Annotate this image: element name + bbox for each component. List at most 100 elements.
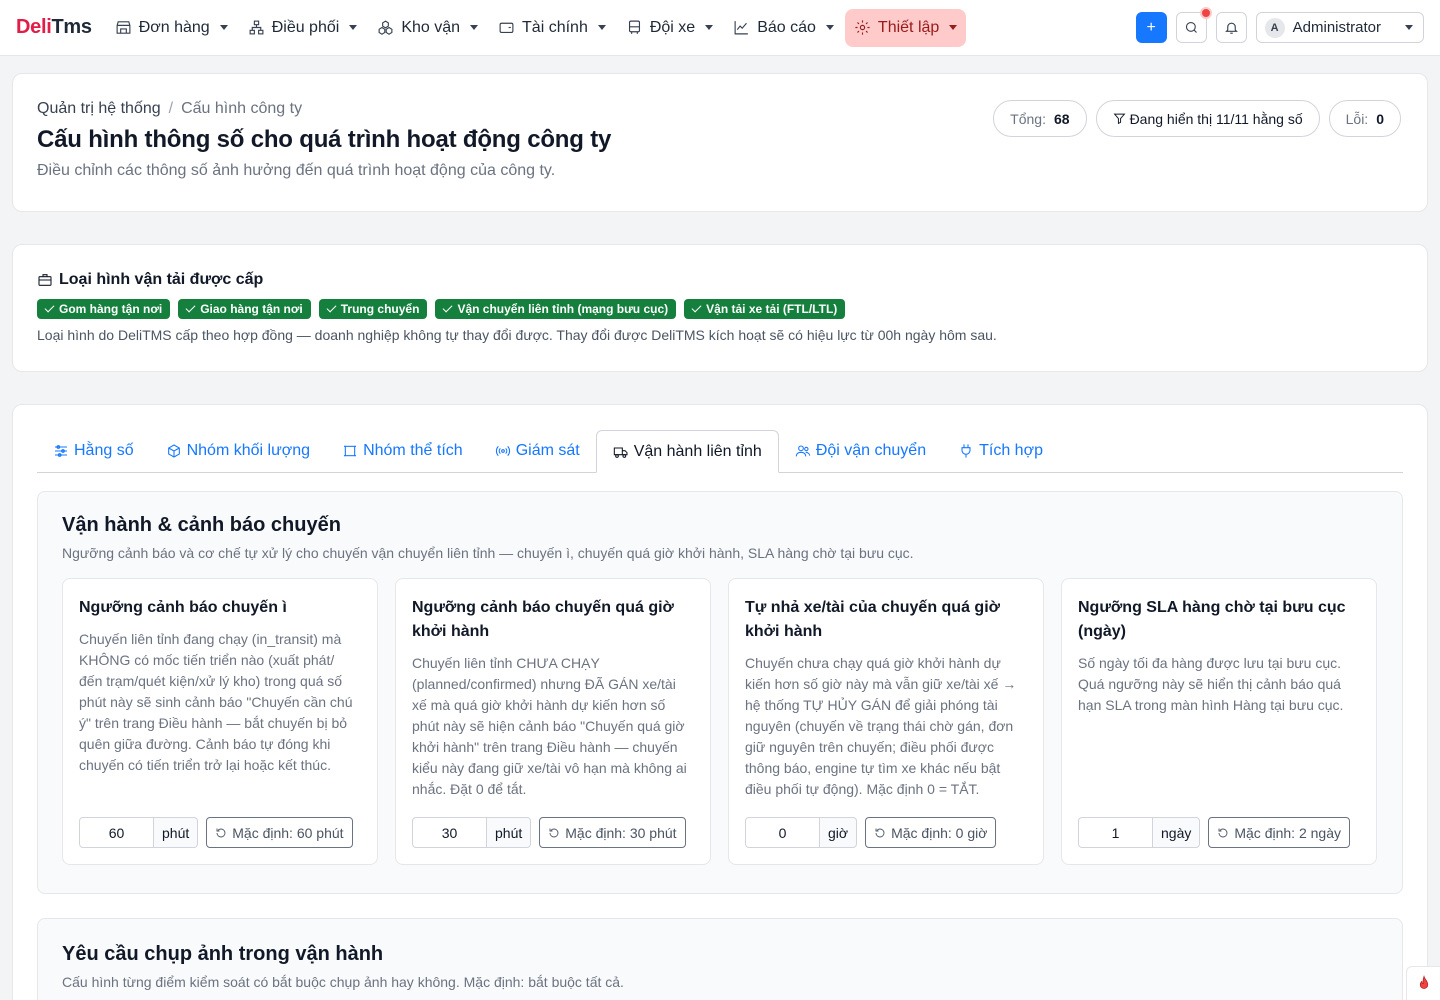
config-controls: phút Mặc định: 30 phút [412,817,694,848]
config-card-desc: Chuyến liên tỉnh đang chạy (in_transit) … [79,631,353,773]
quick-add-button[interactable]: + [1135,12,1167,43]
tab-constants[interactable]: Hằng số [37,430,150,472]
reset-default-button[interactable]: Mặc định: 30 phút [539,817,686,848]
chevron-down-icon [219,25,228,30]
reset-icon [549,828,559,837]
transport-badge: Trung chuyển [318,299,428,319]
config-card-title: Ngưỡng SLA hàng chờ tại bưu cục (ngày) [1078,599,1346,640]
unit-label: phút [154,817,199,848]
tab-weight-groups[interactable]: Nhóm khối lượng [150,430,326,472]
tab-transport-team[interactable]: Đội vận chuyển [779,430,942,472]
nav-warehouse[interactable]: Kho vận [368,9,487,47]
value-input-group: ngày [1078,817,1201,848]
reset-icon [216,828,226,837]
notification-dot [1199,7,1212,19]
truck-icon [613,446,628,458]
transport-badge: Vận chuyển liên tỉnh (mạng bưu cục) [435,299,677,319]
nav-dispatch[interactable]: Điều phối [239,9,367,47]
config-card-idle-trip: Ngưỡng cảnh báo chuyến ì Chuyến liên tỉn… [62,578,378,865]
chevron-down-icon [949,25,958,30]
chevron-down-icon [705,25,714,30]
tab-volume-groups[interactable]: Nhóm thể tích [326,430,479,472]
transport-badge: Vận tải xe tải (FTL/LTL) [684,299,846,319]
main-menu: Đơn hàng Điều phối Kho vận Tài chính Đội… [106,8,967,47]
wallet-icon [499,22,514,34]
photo-requirements-panel: Yêu cầu chụp ảnh trong vận hành Cấu hình… [37,918,1403,1000]
network-icon [249,20,264,35]
avatar: A [1264,17,1285,38]
config-card-auto-release: Tự nhả xe/tài của chuyến quá giờ khởi hà… [728,578,1044,865]
floating-action-button[interactable] [1406,966,1440,1000]
bell-icon [1224,22,1238,34]
transport-badge: Giao hàng tận nơi [178,299,311,319]
boxes-icon [378,20,393,35]
reset-default-button[interactable]: Mặc định: 2 ngày [1208,817,1350,848]
ops-subtitle: Ngưỡng cảnh báo và cơ chế tự xử lý cho c… [62,545,914,561]
config-card-late-departure: Ngưỡng cảnh báo chuyến quá giờ khởi hành… [395,578,711,865]
config-card-title: Ngưỡng cảnh báo chuyến ì [79,599,287,616]
check-icon [185,302,196,313]
store-icon [116,21,131,34]
late-departure-threshold-input[interactable] [412,817,487,848]
auto-release-hours-input[interactable] [745,817,820,848]
unit-label: phút [487,817,532,848]
users-icon [795,445,811,457]
chevron-down-icon [470,25,479,30]
top-navbar: DeliTms Đơn hàng Điều phối Kho vận Tài c… [0,0,1440,56]
breadcrumb-current: Cấu hình công ty [181,100,303,117]
broadcast-icon [495,445,510,457]
nav-fleet[interactable]: Đội xe [617,9,722,47]
breadcrumb-parent[interactable]: Quản trị hệ thống [37,100,161,118]
error-stat: Lỗi: 0 [1328,100,1401,137]
tab-monitoring[interactable]: Giám sát [479,430,596,472]
frame-icon [344,445,357,457]
user-name: Administrator [1292,19,1381,36]
check-icon [442,302,453,313]
filter-stat[interactable]: Đang hiển thị 11/11 hằng số [1095,100,1320,137]
briefcase-icon [38,274,52,286]
transport-title: Loại hình vận tải được cấp [37,271,1403,289]
check-icon [691,302,702,313]
search-icon [1185,21,1197,33]
reset-default-button[interactable]: Mặc định: 0 giờ [865,817,997,848]
config-card-title: Ngưỡng cảnh báo chuyến quá giờ khởi hành [412,599,674,640]
idle-trip-threshold-input[interactable] [79,817,154,848]
unit-label: giờ [820,817,858,848]
sla-days-input[interactable] [1078,817,1153,848]
chevron-down-icon [349,25,358,30]
photo-subtitle: Cấu hình từng điểm kiểm soát có bắt buộc… [62,974,624,990]
ops-alerts-panel: Vận hành & cảnh báo chuyến Ngưỡng cảnh b… [37,491,1403,894]
tab-integration[interactable]: Tích hợp [942,430,1059,472]
nav-actions: + A Administrator [1135,7,1424,43]
brand-logo[interactable]: DeliTms [16,16,92,39]
config-card-title: Tự nhả xe/tài của chuyến quá giờ khởi hà… [745,599,1001,640]
user-menu-button[interactable]: A Administrator [1255,12,1424,43]
nav-orders[interactable]: Đơn hàng [106,9,237,47]
config-card-desc: Chuyến liên tỉnh CHƯA CHẠY (planned/conf… [412,655,687,797]
transport-badge: Gom hàng tận nơi [37,299,171,319]
reset-icon [875,828,885,837]
nav-reports[interactable]: Báo cáo [724,9,843,47]
notifications-button[interactable] [1215,12,1247,43]
reset-default-button[interactable]: Mặc định: 60 phút [206,817,353,848]
nav-settings[interactable]: Thiết lập [844,8,967,47]
chevron-down-icon [825,25,834,30]
photo-title: Yêu cầu chụp ảnh trong vận hành [62,943,384,965]
value-input-group: phút [412,817,532,848]
page-subtitle: Điều chỉnh các thông số ảnh hưởng đến qu… [37,162,556,179]
total-stat: Tổng: 68 [993,100,1087,137]
filter-icon [1113,113,1126,125]
config-card-sla-days: Ngưỡng SLA hàng chờ tại bưu cục (ngày) S… [1061,578,1377,865]
transport-types-card: Loại hình vận tải được cấp Gom hàng tận … [12,244,1428,372]
tab-intercity-ops[interactable]: Vận hành liên tỉnh [595,430,779,473]
package-icon [167,444,180,458]
search-button[interactable] [1175,7,1212,43]
sliders-icon [55,445,67,457]
config-card-desc: Số ngày tối đa hàng được lưu tại bưu cục… [1078,655,1344,713]
nav-finance[interactable]: Tài chính [489,9,615,47]
bus-icon [628,20,640,34]
ops-title: Vận hành & cảnh báo chuyến [62,514,341,536]
config-tabs: Hằng số Nhóm khối lượng Nhóm thể tích Gi… [37,430,1403,473]
page-header-card: Quản trị hệ thống / Cấu hình công ty Cấu… [12,73,1428,212]
chevron-down-icon [597,25,606,30]
